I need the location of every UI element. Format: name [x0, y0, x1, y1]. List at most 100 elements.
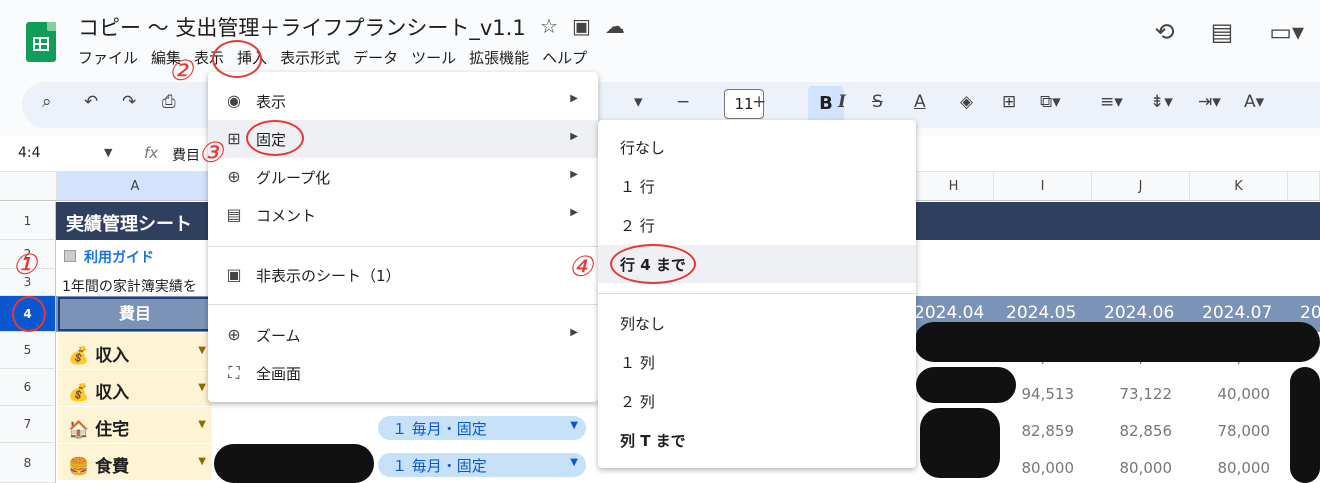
menu-file[interactable]: ファイル — [78, 47, 147, 68]
menu-format[interactable]: 表示形式 — [280, 47, 349, 68]
row-header-6[interactable]: 6 — [0, 369, 56, 406]
header-cell-item[interactable]: 費目 — [58, 297, 212, 331]
comments-icon[interactable]: ▤ — [1211, 18, 1234, 46]
redo-icon[interactable]: ↷ — [122, 92, 136, 112]
chip-dropdown-icon[interactable]: ▼ — [570, 420, 578, 431]
menu-divider — [208, 304, 598, 305]
menu-item-label: 列なし — [620, 315, 666, 333]
view-menu-item-comment[interactable]: ▤ コメント ▶ — [208, 196, 598, 234]
hidden-sheet-icon: ▣ — [226, 265, 242, 284]
sheet-title: 実績管理シート — [66, 214, 192, 235]
freeze-no-columns[interactable]: 列なし — [598, 304, 916, 342]
menu-help[interactable]: ヘルプ — [542, 47, 596, 68]
category-cell[interactable]: 💰 収入 ▼ — [58, 370, 212, 406]
column-header-k[interactable]: K — [1190, 172, 1288, 201]
value-cell[interactable]: 80,000 — [1190, 459, 1271, 477]
freeze-up-to-column-t[interactable]: 列 T まで — [598, 421, 916, 459]
frequency-chip[interactable]: １ 毎月・固定 ▼ — [378, 453, 586, 477]
value-cell[interactable]: 40,000 — [1190, 385, 1271, 403]
value-cell[interactable]: 78,000 — [1190, 422, 1271, 440]
text-color-icon[interactable]: A — [914, 92, 926, 112]
cloud-status-icon[interactable]: ☁ — [605, 14, 625, 38]
column-header-h[interactable]: H — [914, 172, 994, 201]
annotation-circle-freeze — [246, 120, 304, 156]
value-cell[interactable]: 82,856 — [1092, 422, 1173, 440]
chip-dropdown-icon[interactable]: ▼ — [570, 457, 578, 468]
meet-icon[interactable]: ▭▾ — [1269, 18, 1304, 46]
value-cell[interactable]: 82,859 — [994, 422, 1075, 440]
sheets-logo-icon[interactable] — [26, 22, 56, 62]
row-header-7[interactable]: 7 — [0, 406, 56, 443]
value-cell[interactable]: 73,122 — [1092, 385, 1173, 403]
column-header-i[interactable]: I — [994, 172, 1092, 201]
decrease-font-button[interactable]: − — [676, 92, 690, 112]
italic-button[interactable]: I — [838, 92, 846, 112]
menu-data[interactable]: データ — [353, 47, 407, 68]
menu-item-label: グループ化 — [256, 169, 331, 187]
star-icon[interactable]: ☆ — [540, 14, 558, 38]
freeze-1-row[interactable]: １ 行 — [598, 167, 916, 205]
view-menu-item-group[interactable]: ⊕ グループ化 ▶ — [208, 158, 598, 196]
redaction — [916, 367, 1016, 403]
view-menu-item-fullscreen[interactable]: ⛶ 全画面 — [208, 354, 598, 392]
freeze-icon: ⊞ — [227, 129, 241, 148]
column-header-j[interactable]: J — [1092, 172, 1190, 201]
submenu-arrow-icon: ▶ — [570, 207, 578, 218]
dropdown-arrow-icon[interactable]: ▼ — [198, 382, 206, 393]
annotation-circle-row4-option — [610, 244, 696, 284]
annotation-circle-row4 — [12, 296, 46, 332]
print-icon[interactable]: ⎙ — [162, 92, 176, 112]
select-all-corner[interactable] — [0, 172, 57, 201]
row-header-8[interactable]: 8 — [0, 443, 56, 483]
freeze-2-rows[interactable]: ２ 行 — [598, 206, 916, 244]
document-title[interactable]: コピー 〜 支出管理＋ライフプランシート_v1.1 — [78, 12, 526, 42]
freeze-1-column[interactable]: １ 列 — [598, 343, 916, 381]
freeze-no-rows[interactable]: 行なし — [598, 128, 916, 166]
freeze-2-columns[interactable]: ２ 列 — [598, 382, 916, 420]
category-cell[interactable]: 🍔 食費 ▼ — [58, 444, 212, 480]
annotation-step-3: ③ — [198, 136, 224, 169]
strikethrough-icon[interactable]: S — [872, 92, 883, 112]
undo-icon[interactable]: ↶ — [84, 92, 98, 112]
font-dropdown-arrow-icon[interactable]: ▾ — [634, 92, 643, 112]
row-header-5[interactable]: 5 — [0, 332, 56, 369]
dropdown-arrow-icon[interactable]: ▼ — [198, 419, 206, 430]
view-menu-item-hidden-sheets[interactable]: ▣ 非表示のシート（1） — [208, 256, 598, 294]
text-wrap-icon[interactable]: ⇥▾ — [1198, 92, 1221, 112]
frequency-chip[interactable]: １ 毎月・固定 ▼ — [378, 416, 586, 440]
menu-extensions[interactable]: 拡張機能 — [469, 47, 538, 68]
menu-item-label: 行なし — [620, 139, 666, 157]
doc-icon — [64, 250, 76, 262]
version-history-icon[interactable]: ⟲ — [1154, 18, 1174, 46]
menu-item-label: ２ 列 — [620, 393, 655, 411]
menu-tools[interactable]: ツール — [411, 47, 465, 68]
category-cell[interactable]: 💰 収入 ▼ — [58, 333, 212, 369]
dropdown-arrow-icon[interactable]: ▼ — [198, 456, 206, 467]
borders-icon[interactable]: ⊞ — [1002, 92, 1016, 112]
formula-input[interactable]: 費目 — [172, 145, 200, 165]
menu-item-label: 表示 — [256, 93, 287, 111]
column-header-l[interactable] — [1288, 172, 1320, 201]
chevron-down-icon[interactable]: ▼ — [104, 146, 112, 159]
increase-font-button[interactable]: + — [752, 92, 766, 112]
sheets-window: コピー 〜 支出管理＋ライフプランシート_v1.1 ☆ ▣ ☁ ファイル 編集 … — [0, 0, 1320, 483]
dropdown-arrow-icon[interactable]: ▼ — [198, 345, 206, 356]
category-cell[interactable]: 🏠 住宅 ▼ — [58, 407, 212, 443]
fill-color-icon[interactable]: ◈ — [960, 92, 973, 112]
column-header-a[interactable]: A — [57, 172, 214, 201]
menu-item-label: コメント — [256, 207, 317, 225]
name-box[interactable]: 4:4 — [18, 145, 41, 161]
value-cell[interactable]: 80,000 — [1092, 459, 1173, 477]
align-vertical-icon[interactable]: ⇟▾ — [1150, 92, 1173, 112]
value-cell[interactable]: 80,000 — [994, 459, 1075, 477]
view-menu-item-show[interactable]: ◉ 表示 ▶ — [208, 82, 598, 120]
view-menu-item-zoom[interactable]: ⊕ ズーム ▶ — [208, 316, 598, 354]
move-folder-icon[interactable]: ▣ — [572, 14, 591, 38]
guide-link[interactable]: 利用ガイド — [84, 247, 154, 267]
search-menus-icon[interactable]: ⌕ — [42, 92, 52, 112]
redaction — [214, 444, 374, 483]
align-horizontal-icon[interactable]: ≡▾ — [1100, 92, 1123, 112]
row-header-1[interactable]: 1 — [0, 202, 56, 240]
text-rotation-icon[interactable]: A▾ — [1244, 92, 1264, 112]
merge-cells-icon[interactable]: ⧉▾ — [1040, 92, 1061, 112]
